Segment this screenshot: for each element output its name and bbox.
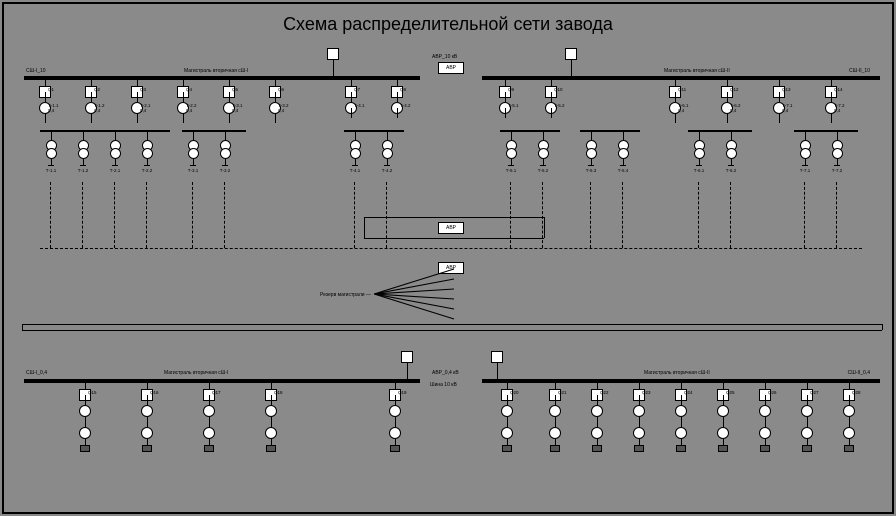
feeder-Q20: Q20 [496,383,518,452]
dashed-drop [590,182,591,248]
long-bus-end-r [882,324,883,330]
dashed-drop [224,182,225,248]
dashed-drop [836,182,837,248]
long-bus-end-l [22,324,23,330]
dashed-drop [622,182,623,248]
feeder-Q13: Q13Т-7.10,4 [768,80,790,123]
branch-Т-4.1: Т-4.1 [348,132,362,173]
feeder-Q18: Q18 [260,383,282,452]
dashed-drop [354,182,355,248]
avr-block-mid1: АВР [438,222,464,234]
diagram-title: Схема распределительной сети завода [4,14,892,35]
interconnect-lower [364,238,544,239]
branch-Т-3.1: Т-3.1 [186,132,200,173]
label-bussect-b-top: Магистраль вторичная сШ-II [664,68,730,74]
branch-Т-4.2: Т-4.2 [380,132,394,173]
label-ssh2-bot: СШ-II_0,4 [848,370,870,376]
feeder-Q24: Q24 [670,383,692,452]
branch-Т-5.3: Т-5.3 [584,132,598,173]
reserve-fan [374,264,474,324]
feeder-Q19: Q19 [384,383,406,452]
feeder-Q10: Q10Т-5.2 [540,80,562,118]
reserve-label: Резерв магистрали — [320,292,371,298]
feeder-Q3: Q3Т-2.10,4 [126,80,148,123]
branch-Т-1.1: Т-1.1 [44,132,58,173]
reserve-bus-dashed [40,248,862,249]
branch-Т-6.1: Т-6.1 [692,132,706,173]
long-bus-1 [22,324,882,325]
feeder-Q17: Q17 [198,383,220,452]
dashed-drop [82,182,83,248]
dashed-drop [146,182,147,248]
feeder-Q14: Q14Т-7.20,4 [820,80,842,123]
dashed-drop [192,182,193,248]
label-bussect-a-bot: Магистраль вторичная сШ-I [164,370,228,376]
feeder-Q16: Q16 [136,383,158,452]
dashed-drop [50,182,51,248]
coupler-box-right [560,48,582,78]
feeder-Q1: Q1Т-1.10,4 [34,80,56,123]
coupler-bot-right [486,351,508,381]
label-center-bot1: АВР_0,4 кВ [432,370,459,376]
feeder-Q8: Q8Т-4.2 [386,80,408,118]
label-ssh2-top: СШ-II_10 [849,68,870,74]
feeder-Q9: Q9Т-5.1 [494,80,516,118]
branch-Т-7.2: Т-7.2 [830,132,844,173]
avr-block-top: АВР [438,62,464,74]
feeder-Q7: Q7Т-4.1 [340,80,362,118]
long-bus-2 [22,330,882,331]
label-bussect-b-bot: Магистраль вторичная сШ-II [644,370,710,376]
dashed-drop [730,182,731,248]
feeder-Q21: Q21 [544,383,566,452]
label-center-top: АВР_10 кВ [432,54,457,60]
feeder-Q6: Q6Т-3.20,4 [264,80,286,123]
label-bussect-a-top: Магистраль вторичная сШ-I [184,68,248,74]
branch-Т-5.2: Т-5.2 [536,132,550,173]
feeder-Q2: Q2Т-1.20,4 [80,80,102,123]
feeder-Q15: Q15 [74,383,96,452]
feeder-Q11: Q11Т-6.10,4 [664,80,686,123]
label-shina: Шина 10 кВ [430,382,457,388]
branch-Т-1.2: Т-1.2 [76,132,90,173]
feeder-Q4: Q4Т-2.20,4 [172,80,194,123]
feeder-Q28: Q28 [838,383,860,452]
coupler-box-left [322,48,344,78]
feeder-Q12: Q12Т-6.20,4 [716,80,738,123]
interconnect-vl [364,217,365,238]
label-ssh1-top: СШ-I_10 [26,68,46,74]
interconnect-upper [364,217,544,218]
coupler-bot-left [396,351,418,381]
branch-Т-2.1: Т-2.1 [108,132,122,173]
diagram-frame: Схема распределительной сети завода СШ-I… [2,2,894,514]
label-ssh1-bot: СШ-I_0,4 [26,370,47,376]
dashed-drop [804,182,805,248]
branch-Т-6.2: Т-6.2 [724,132,738,173]
feeder-Q23: Q23 [628,383,650,452]
branch-Т-2.2: Т-2.2 [140,132,154,173]
feeder-Q26: Q26 [754,383,776,452]
branch-Т-5.1: Т-5.1 [504,132,518,173]
branch-Т-5.4: Т-5.4 [616,132,630,173]
interconnect-vr [544,217,545,238]
branch-Т-3.2: Т-3.2 [218,132,232,173]
dashed-drop [698,182,699,248]
feeder-Q5: Q5Т-3.10,4 [218,80,240,123]
branch-Т-7.1: Т-7.1 [798,132,812,173]
dashed-drop [114,182,115,248]
feeder-Q25: Q25 [712,383,734,452]
feeder-Q22: Q22 [586,383,608,452]
feeder-Q27: Q27 [796,383,818,452]
